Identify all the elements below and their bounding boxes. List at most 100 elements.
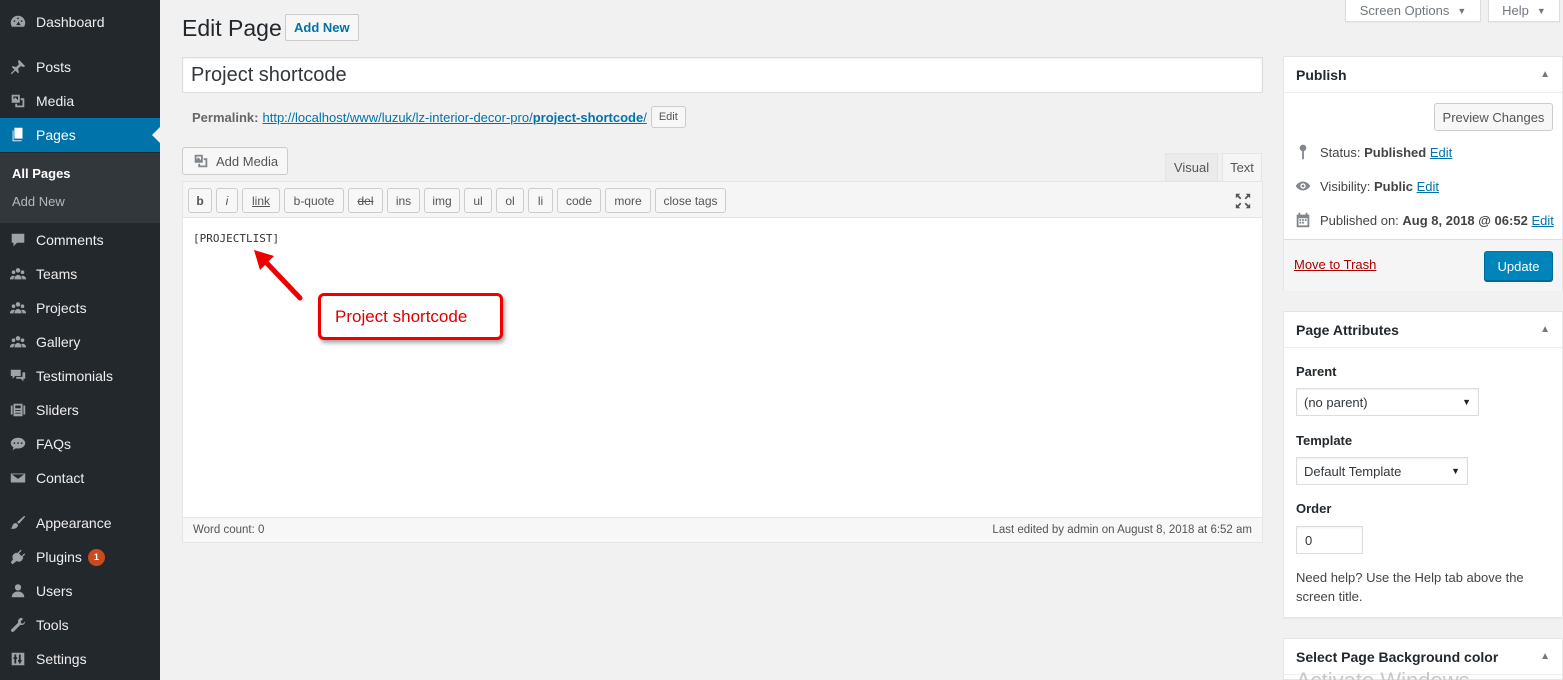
status-edit-link[interactable]: Edit [1430, 145, 1452, 160]
parent-value: (no parent) [1304, 394, 1368, 410]
tab-visual[interactable]: Visual [1165, 153, 1218, 181]
sidebar-item-comments[interactable]: Comments [0, 223, 160, 257]
activate-windows-watermark: Activate Windows [1296, 668, 1470, 680]
sidebar-item-sliders[interactable]: Sliders [0, 393, 160, 427]
pin-icon [1299, 144, 1307, 160]
qt-more-button[interactable]: more [605, 188, 651, 213]
preview-changes-button[interactable]: Preview Changes [1434, 103, 1553, 131]
caret-up-icon[interactable]: ▲ [1540, 651, 1550, 662]
annotation-arrow-icon [254, 250, 303, 301]
sidebar-item-settings[interactable]: Settings [0, 642, 160, 676]
parent-label: Parent [1296, 364, 1337, 379]
sidebar-item-teams[interactable]: Teams [0, 257, 160, 291]
fullscreen-icon[interactable] [1234, 192, 1252, 210]
sidebar-item-gallery[interactable]: Gallery [0, 325, 160, 359]
order-input[interactable] [1296, 526, 1363, 554]
visibility-row: Visibility: Public Edit [1294, 177, 1439, 195]
sidebar-item-tools[interactable]: Tools [0, 608, 160, 642]
pin-icon [0, 58, 36, 76]
published-edit-link[interactable]: Edit [1531, 213, 1553, 228]
add-media-button[interactable]: Add Media [182, 147, 289, 175]
sidebar-item-dashboard[interactable]: Dashboard [0, 5, 160, 39]
media-icon [194, 154, 208, 168]
sidebar-item-users[interactable]: Users [0, 574, 160, 608]
qt-del-button[interactable]: del [348, 188, 383, 213]
template-select[interactable]: Default Template ▼ [1296, 457, 1468, 485]
plugin-icon [0, 548, 36, 566]
media-icon [0, 92, 36, 110]
qt-img-button[interactable]: img [424, 188, 460, 213]
parent-select[interactable]: (no parent) ▼ [1296, 388, 1479, 416]
update-button[interactable]: Update [1484, 251, 1553, 281]
sidebar-item-label: Media [36, 93, 75, 109]
help-button[interactable]: Help ▼ [1488, 0, 1560, 22]
qt-ol-button[interactable]: ol [496, 188, 524, 213]
sidebar-item-label: Testimonials [36, 368, 114, 384]
published-label: Published on: [1320, 212, 1399, 228]
submenu-add-new[interactable]: Add New [12, 194, 65, 209]
sidebar-item-appearance[interactable]: Appearance [0, 506, 160, 540]
tab-text[interactable]: Text [1222, 153, 1262, 181]
admin-sidebar: Dashboard Posts Media Pages All Pages Ad… [0, 0, 160, 680]
move-to-trash-link[interactable]: Move to Trash [1294, 257, 1376, 272]
page-attributes-box: Page Attributes ▲ Parent (no parent) ▼ T… [1283, 311, 1563, 618]
user-icon [0, 582, 36, 600]
caret-down-icon: ▼ [1457, 5, 1467, 16]
submenu-all-pages[interactable]: All Pages [12, 166, 71, 181]
publish-box-header[interactable]: Publish ▲ [1284, 57, 1562, 93]
qt-bquote-button[interactable]: b-quote [284, 188, 344, 213]
qt-bold-button[interactable]: b [188, 188, 212, 213]
groups-icon [0, 265, 36, 283]
add-new-button[interactable]: Add New [285, 14, 359, 41]
testimonial-icon [0, 367, 36, 385]
sidebar-item-pages[interactable]: Pages [0, 118, 160, 152]
screen-options-button[interactable]: Screen Options ▼ [1345, 0, 1481, 22]
page-attributes-header[interactable]: Page Attributes ▲ [1284, 312, 1562, 348]
sidebar-item-faqs[interactable]: FAQs [0, 427, 160, 461]
qt-close-tags-button[interactable]: close tags [655, 188, 726, 213]
sidebar-item-contact[interactable]: Contact [0, 461, 160, 495]
sidebar-item-label: Pages [36, 127, 76, 143]
qt-code-button[interactable]: code [557, 188, 601, 213]
sidebar-item-testimonials[interactable]: Testimonials [0, 359, 160, 393]
permalink-link[interactable]: http://localhost/www/luzuk/lz-interior-d… [262, 110, 646, 125]
sidebar-item-media[interactable]: Media [0, 84, 160, 118]
qt-ul-button[interactable]: ul [464, 188, 492, 213]
post-title-input[interactable] [182, 57, 1263, 93]
qt-ins-button[interactable]: ins [387, 188, 420, 213]
caret-down-icon: ▼ [1536, 5, 1546, 16]
sidebar-item-label: Users [36, 583, 73, 599]
permalink: Permalink: http://localhost/www/luzuk/lz… [192, 106, 686, 128]
visibility-edit-link[interactable]: Edit [1417, 179, 1439, 194]
brush-icon [0, 514, 36, 532]
sidebar-item-plugins[interactable]: Plugins 1 [0, 540, 160, 574]
email-icon [0, 469, 36, 487]
qt-italic-button[interactable]: i [216, 188, 238, 213]
slides-icon [0, 401, 36, 419]
sidebar-item-posts[interactable]: Posts [0, 50, 160, 84]
sidebar-item-projects[interactable]: Projects [0, 291, 160, 325]
sidebar-item-label: Appearance [36, 515, 112, 531]
page-title: Edit Page [182, 15, 282, 41]
status-value: Published [1364, 144, 1427, 160]
word-count: Word count: 0 [193, 524, 265, 536]
sidebar-item-label: Dashboard [36, 14, 105, 30]
caret-up-icon[interactable]: ▲ [1540, 69, 1550, 80]
permalink-edit-button[interactable]: Edit [650, 106, 686, 128]
sidebar-item-label: Teams [36, 266, 78, 282]
pages-icon [0, 126, 36, 144]
qt-li-button[interactable]: li [528, 188, 553, 213]
published-value: Aug 8, 2018 @ 06:52 [1402, 212, 1528, 228]
caret-up-icon[interactable]: ▲ [1540, 324, 1550, 335]
comment-icon [0, 231, 36, 249]
help-label: Help [1502, 3, 1529, 18]
sidebar-item-label: FAQs [36, 436, 72, 452]
chat-icon [0, 435, 36, 453]
editor-content[interactable]: [PROJECTLIST] [193, 232, 279, 245]
qt-link-button[interactable]: link [242, 188, 280, 213]
sidebar-item-label: Plugins [36, 549, 82, 565]
sidebar-item-label: Settings [36, 651, 87, 667]
pages-submenu: All Pages Add New [0, 153, 160, 223]
screen-options-label: Screen Options [1359, 3, 1450, 18]
sidebar-item-label: Sliders [36, 402, 79, 418]
